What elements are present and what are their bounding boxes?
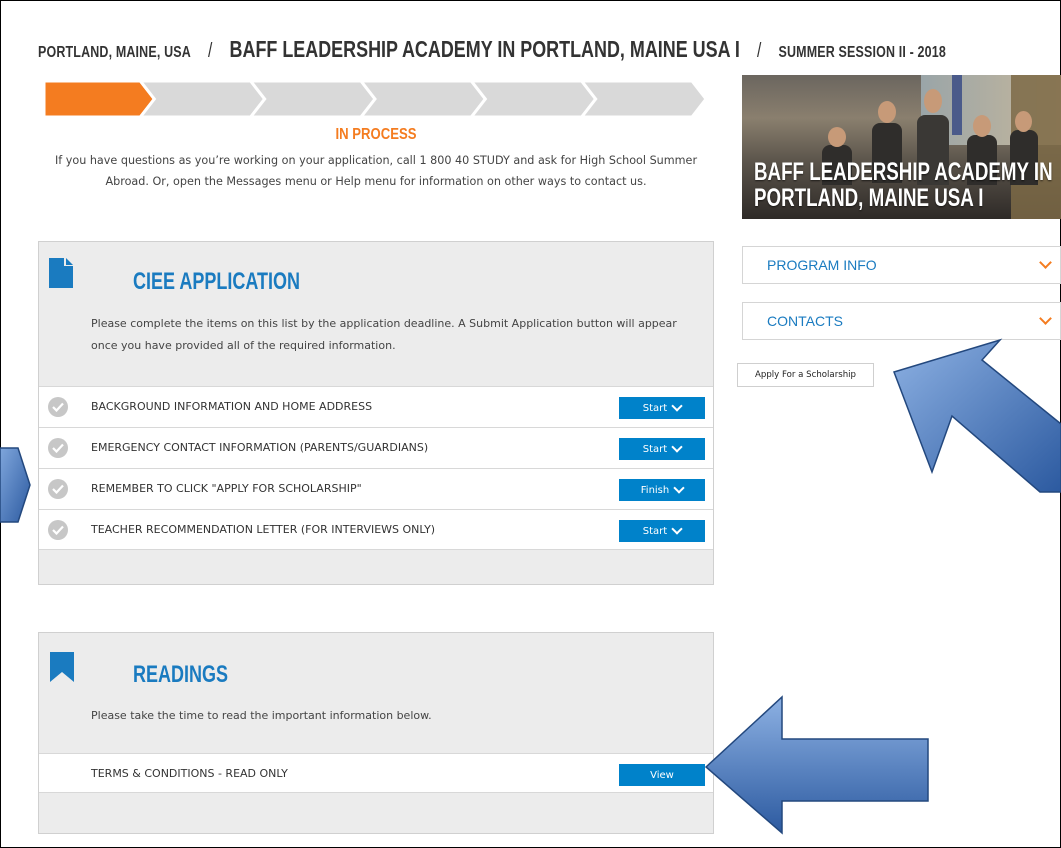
progress-step	[138, 81, 267, 117]
checklist-row: REMEMBER TO CLICK "APPLY FOR SCHOLARSHIP…	[39, 468, 713, 509]
accordion-label: PROGRAM INFO	[767, 257, 877, 273]
hero-person	[973, 115, 991, 137]
progress-chevrons	[44, 81, 706, 117]
checklist-row: EMERGENCY CONTACT INFORMATION (PARENTS/G…	[39, 427, 713, 468]
reading-row: TERMS & CONDITIONS - READ ONLY View	[39, 753, 713, 793]
progress-step	[44, 81, 157, 117]
chevron-down-icon	[673, 482, 685, 494]
checklist-item-label: EMERGENCY CONTACT INFORMATION (PARENTS/G…	[91, 441, 429, 454]
button-label: View	[650, 769, 674, 781]
breadcrumb-location[interactable]: PORTLAND, MAINE, USA	[38, 44, 191, 61]
chevron-down-icon	[671, 441, 683, 453]
checklist-item-label: BACKGROUND INFORMATION AND HOME ADDRESS	[91, 400, 373, 413]
panel-title: READINGS	[133, 661, 229, 688]
button-label: Start	[642, 402, 668, 414]
accordion-label: CONTACTS	[767, 313, 843, 329]
annotation-arrow-view	[704, 695, 929, 835]
start-button[interactable]: Start	[619, 520, 705, 542]
hero-pole	[952, 75, 962, 135]
application-panel: CIEE APPLICATION Please complete the ite…	[38, 241, 714, 585]
checklist-item-label: REMEMBER TO CLICK "APPLY FOR SCHOLARSHIP…	[91, 482, 362, 495]
chevron-down-icon	[671, 400, 683, 412]
finish-button[interactable]: Finish	[619, 479, 705, 501]
chevron-down-icon	[671, 523, 683, 535]
document-icon	[49, 258, 73, 288]
intro-text: If you have questions as you’re working …	[54, 154, 698, 188]
check-icon	[48, 479, 68, 499]
progress-step	[248, 81, 377, 117]
button-label: Start	[642, 525, 668, 537]
progress-step	[469, 81, 598, 117]
program-info-accordion[interactable]: PROGRAM INFO	[742, 246, 1061, 284]
annotation-arrow-scholarship	[893, 338, 1061, 493]
hero-person	[828, 127, 846, 147]
bookmark-icon	[50, 652, 74, 682]
breadcrumb: PORTLAND, MAINE, USA / BAFF LEADERSHIP ACA…	[38, 36, 946, 63]
hero-person	[924, 89, 942, 113]
view-button[interactable]: View	[619, 764, 705, 786]
application-status: IN PROCESS	[335, 126, 417, 143]
checklist-item-label: TEACHER RECOMMENDATION LETTER (FOR INTER…	[91, 523, 436, 536]
hero-title: BAFF LEADERSHIP ACADEMY IN PORTLAND, MAI…	[754, 158, 1053, 212]
breadcrumb-session[interactable]: SUMMER SESSION II - 2018	[779, 44, 946, 61]
breadcrumb-separator: /	[208, 40, 213, 62]
checklist-row: BACKGROUND INFORMATION AND HOME ADDRESS …	[39, 386, 713, 427]
breadcrumb-separator: /	[757, 40, 762, 62]
reading-item-label: TERMS & CONDITIONS - READ ONLY	[91, 767, 288, 780]
check-icon	[48, 438, 68, 458]
chevron-down-icon	[1039, 256, 1052, 269]
panel-description: Please complete the items on this list b…	[91, 317, 677, 352]
hero-person	[878, 101, 896, 123]
button-label: Start	[642, 443, 668, 455]
readings-panel: READINGS Please take the time to read th…	[38, 632, 714, 834]
check-icon	[48, 397, 68, 417]
panel-title: CIEE APPLICATION	[133, 268, 301, 295]
breadcrumb-program[interactable]: BAFF LEADERSHIP ACADEMY IN PORTLAND, MAI…	[230, 36, 740, 62]
hero-person	[1015, 111, 1032, 132]
chevron-down-icon	[1039, 312, 1052, 325]
annotation-arrow-left-edge	[0, 447, 31, 523]
progress-step	[359, 81, 488, 117]
start-button[interactable]: Start	[619, 397, 705, 419]
application-progress-bar	[44, 81, 706, 117]
check-icon	[48, 520, 68, 540]
start-button[interactable]: Start	[619, 438, 705, 460]
checklist-row: TEACHER RECOMMENDATION LETTER (FOR INTER…	[39, 509, 713, 550]
progress-step	[579, 81, 706, 117]
button-label: Finish	[640, 484, 670, 496]
panel-description: Please take the time to read the importa…	[91, 709, 432, 722]
program-hero-image: BAFF LEADERSHIP ACADEMY IN PORTLAND, MAI…	[742, 75, 1061, 219]
apply-scholarship-button[interactable]: Apply For a Scholarship	[737, 363, 874, 387]
